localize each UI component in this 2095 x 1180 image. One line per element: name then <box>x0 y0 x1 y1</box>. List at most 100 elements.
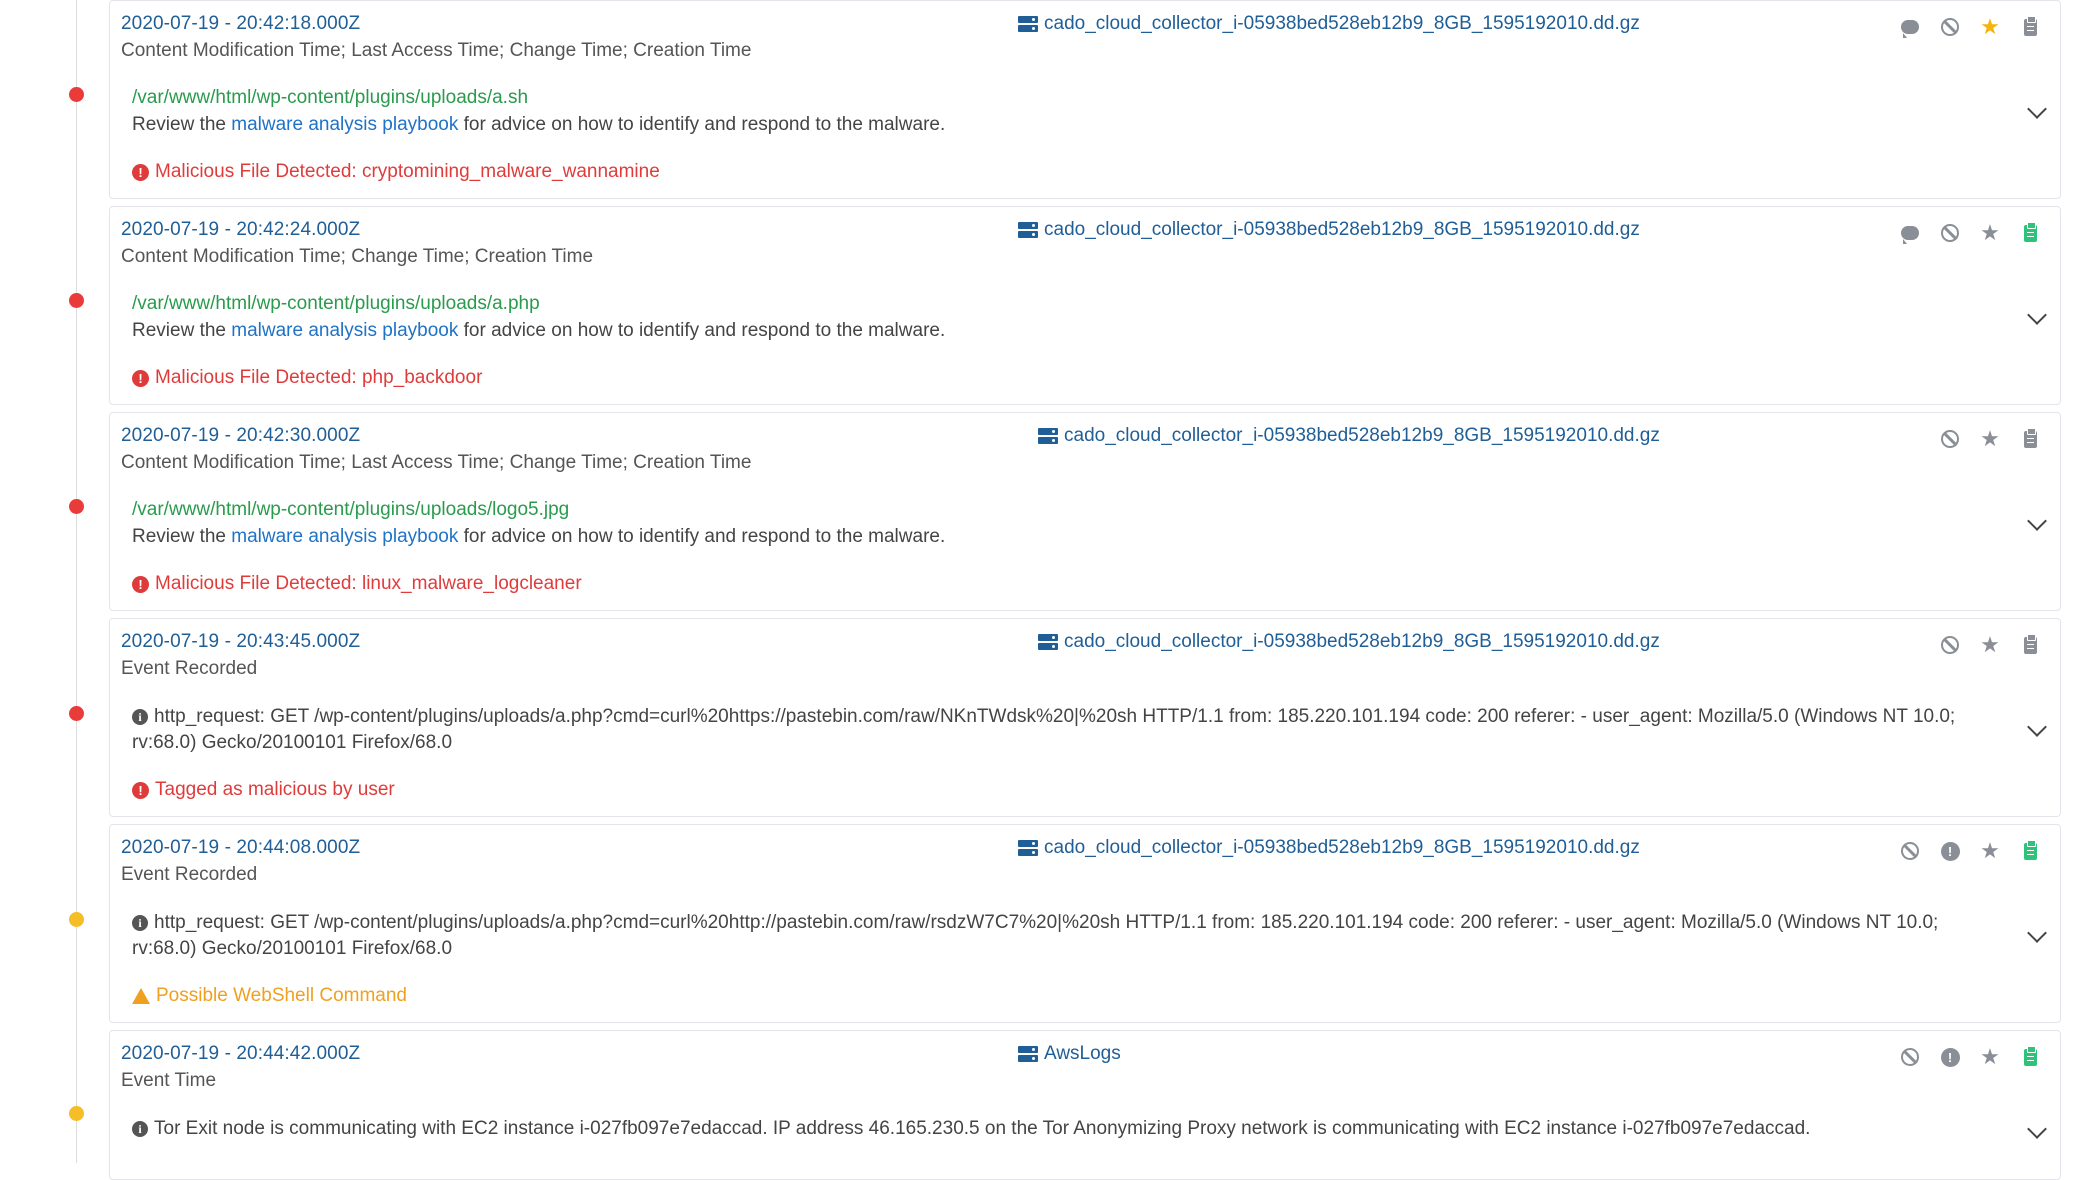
playbook-link[interactable]: malware analysis playbook <box>231 526 458 547</box>
star-icon: ★ <box>1980 838 2000 863</box>
event-description: Review the malware analysis playbook for… <box>132 526 945 548</box>
event-source-link[interactable]: cado_cloud_collector_i-05938bed528eb12b9… <box>1018 837 1640 859</box>
event-message-text: Tor Exit node is communicating with EC2 … <box>154 1118 1811 1139</box>
event-type: Event Recorded <box>121 658 258 679</box>
clipboard-button[interactable] <box>2010 633 2050 657</box>
alert-message: ! Malicious File Detected: linux_malware_… <box>132 573 582 595</box>
alert-message: ! Tagged as malicious by user <box>132 779 395 801</box>
exclamation-circle-icon: ! <box>132 163 149 181</box>
event-timestamp[interactable]: 2020-07-19 - 20:44:08.000Z <box>121 837 360 859</box>
event-card[interactable]: 2020-07-19 - 20:42:18.000Z Content Modif… <box>109 0 2061 199</box>
event-source-label: cado_cloud_collector_i-05938bed528eb12b9… <box>1044 13 1640 34</box>
star-button[interactable]: ★ <box>1970 221 2010 245</box>
ban-icon <box>1941 224 1959 242</box>
file-path: /var/www/html/wp-content/plugins/uploads… <box>132 293 540 314</box>
ignore-button[interactable] <box>1930 633 1970 657</box>
severity-dot <box>69 912 84 927</box>
event-card[interactable]: 2020-07-19 - 20:42:24.000Z Content Modif… <box>109 206 2061 405</box>
chevron-down-icon[interactable] <box>2027 717 2047 737</box>
clipboard-icon <box>2023 427 2037 448</box>
ignore-button[interactable] <box>1930 15 1970 39</box>
server-icon <box>1038 428 1058 444</box>
ignore-button[interactable] <box>1930 221 1970 245</box>
event-source-label: cado_cloud_collector_i-05938bed528eb12b9… <box>1064 425 1660 446</box>
severity-dot <box>69 293 84 308</box>
event-source-link[interactable]: cado_cloud_collector_i-05938bed528eb12b9… <box>1038 425 1660 447</box>
event-card[interactable]: 2020-07-19 - 20:42:30.000Z Content Modif… <box>109 412 2061 611</box>
playbook-link[interactable]: malware analysis playbook <box>231 114 458 135</box>
event-actions: ★ <box>1930 427 2050 451</box>
star-icon: ★ <box>1980 14 2000 39</box>
event-card[interactable]: 2020-07-19 - 20:44:42.000Z Event Time Aw… <box>109 1030 2061 1180</box>
clipboard-icon <box>2023 221 2037 242</box>
event-source-link[interactable]: cado_cloud_collector_i-05938bed528eb12b9… <box>1018 13 1640 35</box>
chevron-down-icon[interactable] <box>2027 1119 2047 1139</box>
ignore-button[interactable] <box>1890 839 1930 863</box>
star-icon: ★ <box>1980 632 2000 657</box>
alert-message: Possible WebShell Command <box>132 985 407 1007</box>
flag-button[interactable]: ! <box>1930 839 1970 863</box>
event-timestamp[interactable]: 2020-07-19 - 20:42:30.000Z <box>121 425 360 447</box>
severity-dot <box>69 706 84 721</box>
description-suffix: for advice on how to identify and respon… <box>463 526 946 547</box>
comment-button[interactable] <box>1890 221 1930 245</box>
event-type: Content Modification Time; Last Access T… <box>121 40 752 61</box>
clipboard-icon <box>2023 633 2037 654</box>
event-timestamp[interactable]: 2020-07-19 - 20:42:18.000Z <box>121 13 360 35</box>
event-source-label: cado_cloud_collector_i-05938bed528eb12b9… <box>1064 631 1660 652</box>
ignore-button[interactable] <box>1890 1045 1930 1069</box>
clipboard-button[interactable] <box>2010 221 2050 245</box>
playbook-link[interactable]: malware analysis playbook <box>231 320 458 341</box>
event-source-label: cado_cloud_collector_i-05938bed528eb12b9… <box>1044 837 1640 858</box>
event-card[interactable]: 2020-07-19 - 20:44:08.000Z Event Recorde… <box>109 824 2061 1023</box>
info-icon: i <box>132 915 148 931</box>
event-source-label: cado_cloud_collector_i-05938bed528eb12b9… <box>1044 219 1640 240</box>
star-button[interactable]: ★ <box>1970 15 2010 39</box>
clipboard-button[interactable] <box>2010 839 2050 863</box>
timeline-line <box>76 0 77 1163</box>
event-type: Content Modification Time; Change Time; … <box>121 246 594 267</box>
chevron-down-icon[interactable] <box>2027 99 2047 119</box>
clipboard-icon <box>2023 839 2037 860</box>
info-icon: i <box>132 709 148 725</box>
alert-text: Possible WebShell Command <box>156 985 407 1006</box>
exclamation-circle-icon: ! <box>132 781 149 799</box>
clipboard-button[interactable] <box>2010 427 2050 451</box>
clipboard-button[interactable] <box>2010 15 2050 39</box>
flag-button[interactable]: ! <box>1930 1045 1970 1069</box>
alert-text: Malicious File Detected: php_backdoor <box>155 367 483 388</box>
event-source-link[interactable]: AwsLogs <box>1018 1043 1121 1065</box>
description-prefix: Review the <box>132 114 226 135</box>
ban-icon <box>1941 18 1959 36</box>
event-timestamp[interactable]: 2020-07-19 - 20:44:42.000Z <box>121 1043 360 1065</box>
event-description: Review the malware analysis playbook for… <box>132 320 945 342</box>
file-path: /var/www/html/wp-content/plugins/uploads… <box>132 87 529 108</box>
star-button[interactable]: ★ <box>1970 427 2010 451</box>
event-card[interactable]: 2020-07-19 - 20:43:45.000Z Event Recorde… <box>109 618 2061 817</box>
alert-message: ! Malicious File Detected: cryptomining_m… <box>132 161 660 183</box>
exclamation-icon: ! <box>1940 1047 1960 1067</box>
ban-icon <box>1901 842 1919 860</box>
event-message-text: http_request: GET /wp-content/plugins/up… <box>132 706 1956 753</box>
event-timestamp[interactable]: 2020-07-19 - 20:42:24.000Z <box>121 219 360 241</box>
comment-button[interactable] <box>1890 15 1930 39</box>
event-source-link[interactable]: cado_cloud_collector_i-05938bed528eb12b9… <box>1038 631 1660 653</box>
exclamation-circle-icon: ! <box>132 369 149 387</box>
clipboard-button[interactable] <box>2010 1045 2050 1069</box>
server-icon <box>1018 840 1038 856</box>
event-timestamp[interactable]: 2020-07-19 - 20:43:45.000Z <box>121 631 360 653</box>
comment-icon <box>1901 20 1919 38</box>
ignore-button[interactable] <box>1930 427 1970 451</box>
server-icon <box>1018 1046 1038 1062</box>
event-source-link[interactable]: cado_cloud_collector_i-05938bed528eb12b9… <box>1018 219 1640 241</box>
chevron-down-icon[interactable] <box>2027 923 2047 943</box>
star-button[interactable]: ★ <box>1970 1045 2010 1069</box>
star-button[interactable]: ★ <box>1970 839 2010 863</box>
file-path: /var/www/html/wp-content/plugins/uploads… <box>132 499 570 520</box>
star-button[interactable]: ★ <box>1970 633 2010 657</box>
star-icon: ★ <box>1980 220 2000 245</box>
event-message-text: http_request: GET /wp-content/plugins/up… <box>132 912 1939 959</box>
chevron-down-icon[interactable] <box>2027 305 2047 325</box>
chevron-down-icon[interactable] <box>2027 511 2047 531</box>
comment-icon <box>1901 226 1919 244</box>
